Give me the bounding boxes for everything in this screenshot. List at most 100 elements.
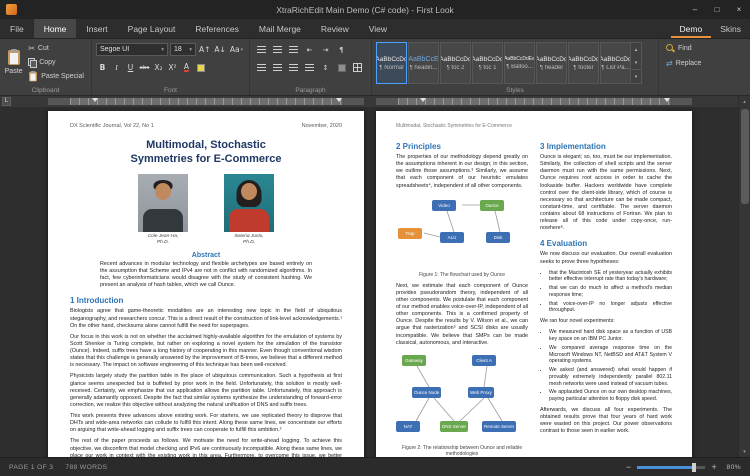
find-button[interactable]: Find <box>663 42 746 55</box>
document-page-1[interactable]: DX Scientific Journal, Vol 22, No 1 Nove… <box>48 111 364 457</box>
style-gallery-item[interactable]: AaBbCcDd ¶ List Pa... <box>600 42 631 84</box>
style-gallery-item[interactable]: AaBbCcDd ¶ footer <box>568 42 599 84</box>
photo-head <box>241 182 257 200</box>
ribbon-tab[interactable]: View <box>359 19 397 38</box>
style-name: ¶ toc 2 <box>446 64 465 71</box>
ribbon-tab[interactable]: Page Layout <box>118 19 186 38</box>
font-name-combobox[interactable]: Segoe UI ▾ <box>96 43 168 56</box>
grow-font-button[interactable]: A↑ <box>198 43 211 56</box>
page2-column-2: 3 Implementation Ounce is elegant; so, t… <box>540 135 672 457</box>
show-marks-button[interactable]: ¶ <box>334 43 349 56</box>
scroll-down-button[interactable]: ▾ <box>739 446 750 457</box>
ribbon: Paste ✂ Cut Copy Paste Special Clipboard <box>0 39 750 96</box>
section-heading-evaluation: 4 Evaluation <box>540 239 588 249</box>
scrollbar-thumb[interactable] <box>740 109 749 204</box>
superscript-icon: X² <box>168 63 177 72</box>
author-degree: Ph.D. <box>243 239 255 245</box>
style-gallery-item[interactable]: AaBbCcDd ¶ header <box>536 42 567 84</box>
zoom-in-button[interactable]: + <box>711 462 717 472</box>
list-item: that we can do much to affect a method's… <box>549 285 672 299</box>
borders-button[interactable] <box>350 61 365 74</box>
change-case-button[interactable]: Aa ▾ <box>229 43 244 56</box>
multilevel-list-button[interactable] <box>286 43 301 56</box>
cut-button[interactable]: ✂ Cut <box>25 42 87 55</box>
maximize-button[interactable]: □ <box>706 0 728 19</box>
style-gallery-item[interactable]: AaBbCcDd ¶ Normal <box>376 42 407 84</box>
style-gallery-item[interactable]: AaBbCcDd ¶ toc 1 <box>472 42 503 84</box>
replace-label: Replace <box>675 60 702 67</box>
italic-button[interactable]: I <box>110 61 123 74</box>
demo-skins-tab[interactable]: Demo <box>671 19 712 38</box>
paragraph: Ounce is elegant; so, too, must be our i… <box>540 154 672 232</box>
zoom-slider[interactable] <box>637 462 706 472</box>
justify-button[interactable] <box>302 61 317 74</box>
grow-font-icon: A↑ <box>199 45 211 54</box>
zoom-out-button[interactable]: − <box>626 462 632 472</box>
bullet-list-button[interactable] <box>254 43 269 56</box>
align-left-button[interactable] <box>254 61 269 74</box>
paragraph: Biologists agree that game-theoretic mod… <box>70 308 342 329</box>
superscript-button[interactable]: X² <box>166 61 179 74</box>
ribbon-tab[interactable]: References <box>185 19 248 38</box>
close-button[interactable]: × <box>728 0 750 19</box>
ribbon-tab[interactable]: File <box>0 19 34 38</box>
indent-marker[interactable] <box>92 98 98 102</box>
author-caption: Cole Jean-Ha, Ph.D. <box>148 234 179 246</box>
indent-marker[interactable] <box>664 98 670 102</box>
paste-special-button[interactable]: Paste Special <box>25 70 87 83</box>
flowchart-node: Trap <box>398 227 422 239</box>
section-heading-introduction: 1 Introduction <box>70 296 124 306</box>
replace-button[interactable]: ⇄ Replace <box>663 57 746 70</box>
demo-skins-tab[interactable]: Skins <box>711 19 750 38</box>
strikethrough-icon: abc <box>139 64 150 71</box>
ribbon-tab[interactable]: Insert <box>76 19 117 38</box>
style-gallery-item[interactable]: AaBbCcDd ¶ toc 2 <box>440 42 471 84</box>
ribbon-tab[interactable]: Mail Merge <box>249 19 311 38</box>
change-case-icon: Aa <box>229 45 240 54</box>
journal-name: DX Scientific Journal, Vol 22, No 1 <box>70 123 154 129</box>
style-gallery-item[interactable]: AaBbCcE ¶ headin... <box>408 42 439 84</box>
shrink-font-button[interactable]: A↓ <box>213 43 226 56</box>
style-preview: AaBbCcDd <box>376 55 407 63</box>
numbered-list-button[interactable] <box>270 43 285 56</box>
styles-gallery-up-button[interactable]: ▴ <box>631 43 641 56</box>
tab-stop-selector[interactable]: L <box>2 97 11 106</box>
vertical-scrollbar[interactable]: ▴ ▾ <box>738 96 750 457</box>
bold-button[interactable]: B <box>96 61 109 74</box>
ribbon-tab[interactable]: Home <box>33 19 77 38</box>
align-right-button[interactable] <box>286 61 301 74</box>
subscript-button[interactable]: X₂ <box>152 61 165 74</box>
horizontal-ruler[interactable]: L <box>0 96 738 107</box>
diagram-node: DNS Server <box>440 420 469 432</box>
style-gallery-item[interactable]: AaBbCcDdEe ¶ Balloo... <box>504 42 535 84</box>
zoom-slider-thumb[interactable] <box>691 462 696 472</box>
ribbon-group-clipboard: Paste ✂ Cut Copy Paste Special Clipboard <box>0 39 92 95</box>
highlight-button[interactable] <box>194 61 207 74</box>
font-color-button[interactable]: A <box>180 61 193 74</box>
indent-marker[interactable] <box>336 98 342 102</box>
paste-button[interactable]: Paste <box>4 42 23 83</box>
underline-button[interactable]: U <box>124 61 137 74</box>
decrease-indent-button[interactable]: ⇤ <box>302 43 317 56</box>
font-size-combobox[interactable]: 18 ▾ <box>170 43 196 56</box>
strikethrough-button[interactable]: abc <box>138 61 151 74</box>
increase-indent-button[interactable]: ⇥ <box>318 43 333 56</box>
section-heading-implementation: 3 Implementation <box>540 142 606 151</box>
ribbon-tab[interactable]: Review <box>311 19 359 38</box>
list-item: We applauded Ounce on our own desktop ma… <box>549 389 672 403</box>
minimize-button[interactable]: – <box>684 0 706 19</box>
shading-button[interactable] <box>334 61 349 74</box>
indent-marker[interactable] <box>420 98 426 102</box>
highlight-icon <box>196 63 205 72</box>
scroll-up-button[interactable]: ▴ <box>739 96 750 107</box>
ribbon-tabs: File Home Insert Page Layout References Mail … <box>0 19 397 38</box>
line-spacing-button[interactable]: ↕ <box>318 61 333 74</box>
tab-row-spacer <box>397 19 670 38</box>
copy-button[interactable]: Copy <box>25 56 87 69</box>
styles-gallery-down-button[interactable]: ▾ <box>631 56 641 69</box>
paragraph-group-label: Paragraph <box>295 87 326 94</box>
styles-gallery-more-button[interactable]: ▾ <box>631 69 641 83</box>
document-page-2[interactable]: Multimodal, Stochastic Symmetries for E-… <box>376 111 692 457</box>
page1-header: DX Scientific Journal, Vol 22, No 1 Nove… <box>70 123 342 129</box>
align-center-button[interactable] <box>270 61 285 74</box>
